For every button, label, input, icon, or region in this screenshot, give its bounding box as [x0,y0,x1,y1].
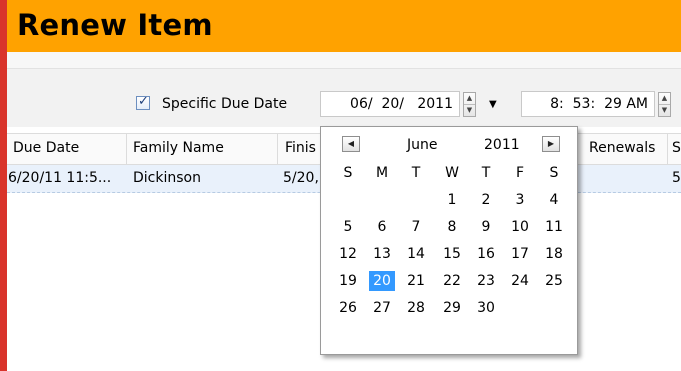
weekday-header: S [549,165,559,181]
page-title: Renew Item [17,8,213,42]
window-left-border [0,0,7,371]
calendar-day[interactable]: 10 [507,217,533,237]
calendar-day[interactable]: 25 [541,271,567,291]
cell-finish: 5/20, [283,170,319,186]
column-header-family-name[interactable]: Family Name [133,140,224,156]
calendar-day[interactable]: 26 [335,298,361,318]
due-time-value: 8: 53: 29 AM [550,96,648,112]
calendar-day[interactable]: 29 [439,298,465,318]
date-spinner[interactable]: ▲ ▼ [463,92,476,117]
column-divider[interactable] [126,134,127,164]
calendar-day[interactable]: 2 [473,190,499,210]
calendar-day[interactable]: 19 [335,271,361,291]
calendar-day[interactable]: 8 [439,217,465,237]
calendar-day[interactable]: 6 [369,217,395,237]
column-header-due-date[interactable]: Due Date [13,140,79,156]
column-header-finish[interactable]: Finis [285,140,316,156]
calendar-day[interactable]: 24 [507,271,533,291]
calendar-day[interactable]: 7 [403,217,429,237]
calendar-day[interactable]: 16 [473,244,499,264]
calendar-day[interactable]: 30 [473,298,499,318]
cell-s: 5 [672,170,681,186]
calendar-day[interactable]: 28 [403,298,429,318]
triangle-left-icon: ◀ [347,139,355,148]
calendar-day[interactable]: 1 [439,190,465,210]
calendar-day[interactable]: 4 [541,190,567,210]
spin-down-icon[interactable]: ▼ [659,104,670,116]
weekday-header: M [375,165,389,181]
due-date-field[interactable]: 06/ 20/ 2011 [320,91,460,117]
calendar-day[interactable]: 3 [507,190,533,210]
calendar-day[interactable]: 22 [439,271,465,291]
calendar-day[interactable]: 5 [335,217,361,237]
next-month-button[interactable]: ▶ [542,136,560,152]
previous-month-button[interactable]: ◀ [342,136,360,152]
calendar-dropdown-icon[interactable]: ▼ [489,99,497,110]
due-time-field[interactable]: 8: 53: 29 AM [521,91,655,117]
specific-due-date-label: Specific Due Date [162,96,288,112]
weekday-header: W [445,165,459,181]
header-bar: Renew Item [7,0,681,52]
spin-up-icon[interactable]: ▲ [464,93,475,104]
checkmark-icon: ✓ [138,94,149,109]
calendar-popup: ◀ June 2011 ▶ S M T W T F S 1 2 3 4 5 6 7 8 9 10 11 12 13 14… [320,126,578,355]
cell-family-name: Dickinson [133,170,201,186]
column-header-renewals[interactable]: Renewals [589,140,655,156]
calendar-day[interactable]: 9 [473,217,499,237]
weekday-header: T [411,165,421,181]
calendar-day[interactable]: 11 [541,217,567,237]
column-divider[interactable] [667,134,668,164]
weekday-header: F [515,165,525,181]
calendar-day[interactable]: 12 [335,244,361,264]
calendar-day[interactable]: 14 [403,244,429,264]
spin-down-icon[interactable]: ▼ [464,104,475,116]
calendar-day[interactable]: 17 [507,244,533,264]
weekday-header: S [343,165,353,181]
calendar-day[interactable]: 18 [541,244,567,264]
spin-up-icon[interactable]: ▲ [659,93,670,104]
triangle-right-icon: ▶ [547,139,555,148]
calendar-day[interactable]: 27 [369,298,395,318]
calendar-day[interactable]: 21 [403,271,429,291]
calendar-year[interactable]: 2011 [484,137,520,153]
calendar-day[interactable]: 15 [439,244,465,264]
calendar-day[interactable]: 13 [369,244,395,264]
weekday-header: T [481,165,491,181]
column-divider[interactable] [277,134,278,164]
specific-due-date-checkbox[interactable]: ✓ [136,94,150,110]
due-date-value: 06/ 20/ 2011 [350,96,453,112]
column-header-s[interactable]: S [672,140,681,156]
calendar-day[interactable]: 23 [473,271,499,291]
cell-due-date: 6/20/11 11:5... [8,170,112,186]
header-separator [7,52,681,69]
calendar-day-selected[interactable]: 20 [369,271,395,291]
calendar-month[interactable]: June [407,137,438,153]
time-spinner[interactable]: ▲ ▼ [658,92,671,117]
